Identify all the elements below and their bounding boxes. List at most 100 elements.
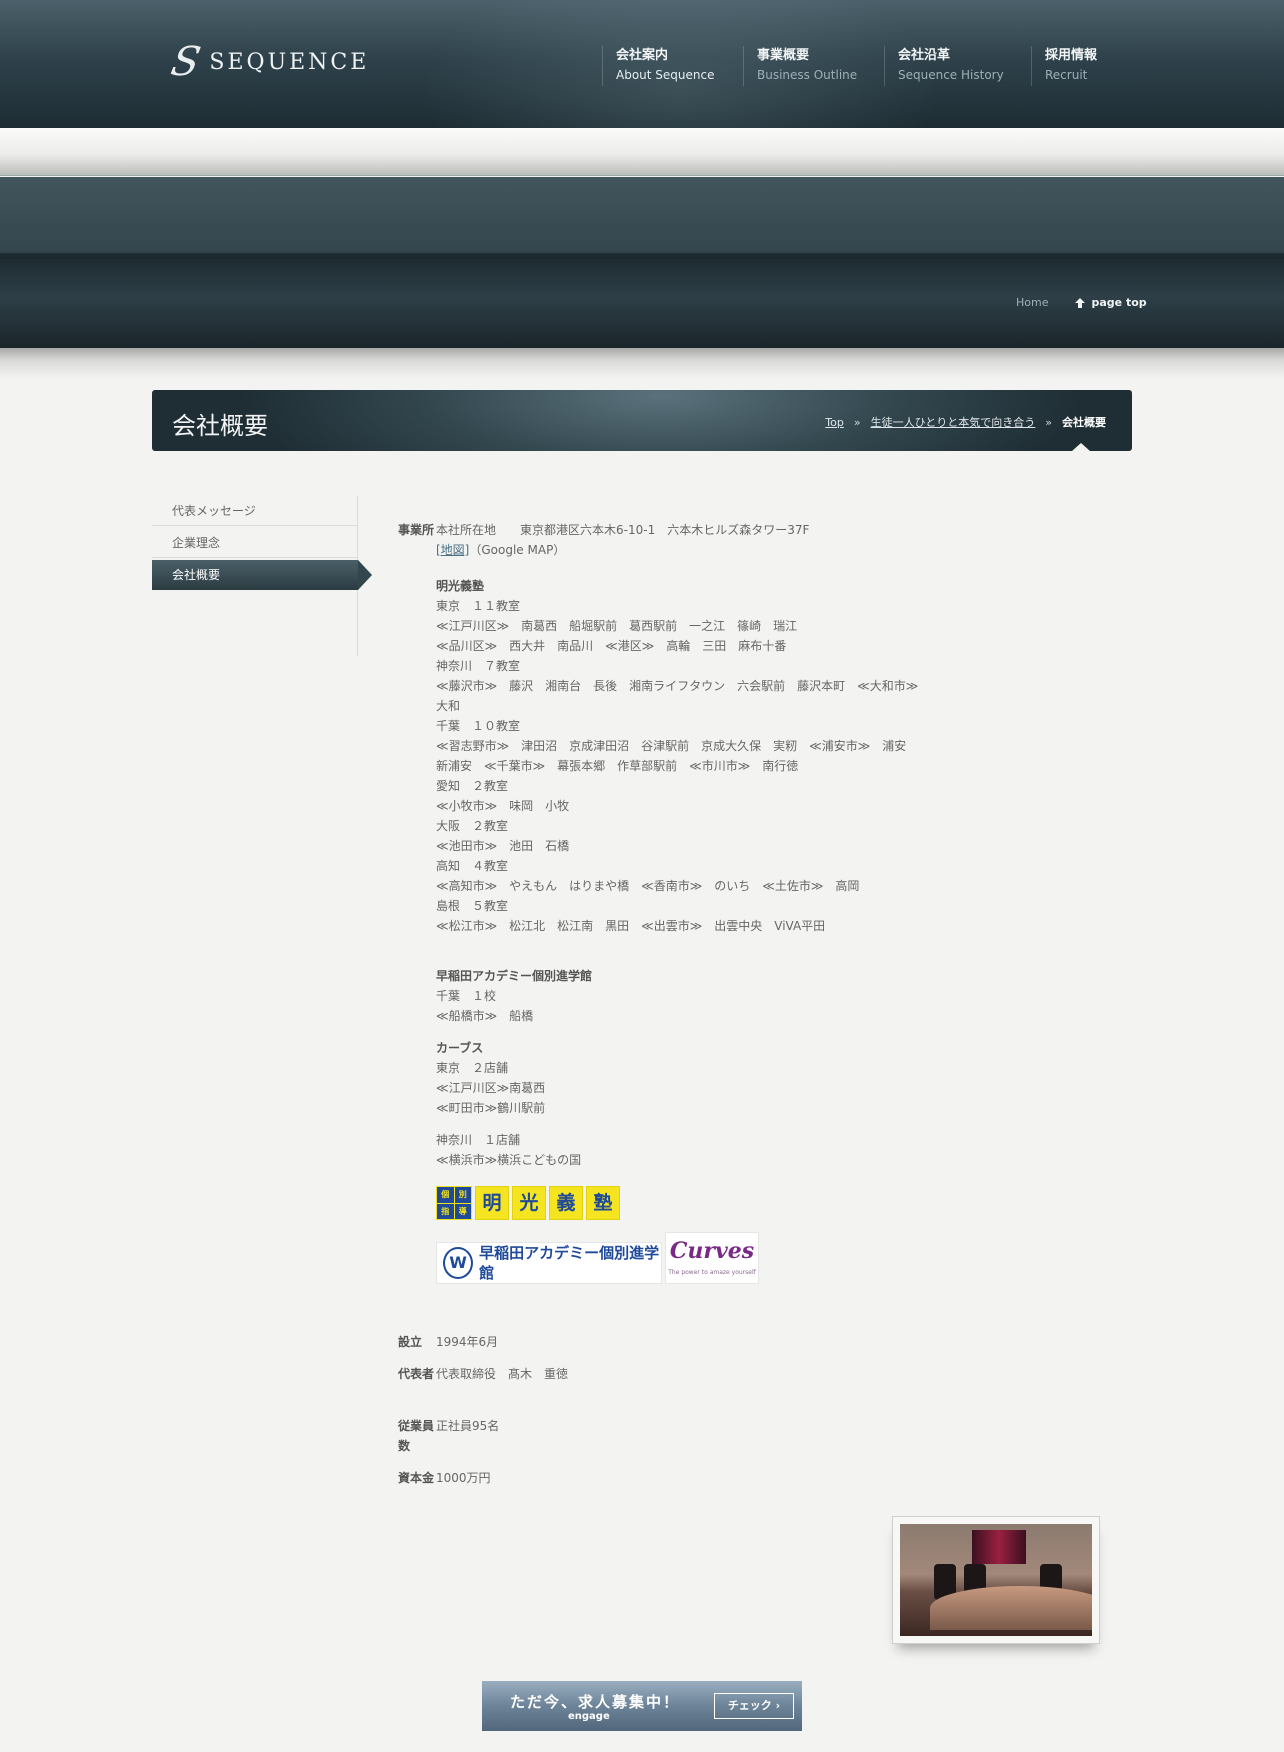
curves-tagline: The power to amaze yourself <box>668 1269 756 1276</box>
meiko-line: 大阪 ２教室 <box>436 819 509 833</box>
nav-label-jp: 会社沿革 <box>898 48 951 63</box>
nav-label-jp: 採用情報 <box>1045 48 1098 63</box>
breadcrumb-current: 会社概要 <box>1062 416 1106 429</box>
breadcrumb-top[interactable]: Top <box>825 416 844 429</box>
nav-label-en: About Sequence <box>616 68 715 82</box>
waseda-title: 早稲田アカデミー個別進学館 <box>436 969 593 983</box>
info-row-representative: 代表者 代表取締役 髙木 重徳 <box>398 1364 568 1384</box>
breadcrumb-separator: » <box>1045 415 1052 429</box>
banner-headline: ただ今、求人募集中！ <box>510 1693 681 1711</box>
logo-text: SEQUENCE <box>209 49 370 75</box>
map-suffix: （Google MAP） <box>469 543 566 557</box>
band-shadow <box>0 348 1284 378</box>
sidebar: 代表メッセージ 企業理念 会社概要 <box>152 496 372 656</box>
waseda-logo: W 早稲田アカデミー個別進学館 <box>436 1242 662 1284</box>
office-photo <box>892 1516 1100 1644</box>
curves-line: ≪江戸川区≫南葛西 <box>436 1081 546 1095</box>
meiko-line: ≪小牧市≫ 味岡 小牧 <box>436 799 570 813</box>
meiko-char: 指 <box>437 1203 454 1219</box>
page-top-link[interactable]: page top <box>1074 296 1147 309</box>
partner-logos: W 早稲田アカデミー個別進学館 Curves The power to amaz… <box>436 1232 1056 1284</box>
nav-label-en: Sequence History <box>898 68 1004 82</box>
meiko-char-big: 義 <box>549 1186 583 1220</box>
home-link[interactable]: Home <box>1016 296 1048 309</box>
page-title: 会社概要 <box>172 412 268 440</box>
map-line: [地図]（Google MAP） <box>436 540 1056 560</box>
curves-line: ≪町田市≫鶴川駅前 <box>436 1101 546 1115</box>
site-logo[interactable]: S SEQUENCE <box>167 39 370 85</box>
waseda-mark: W <box>443 1247 474 1279</box>
meiko-line: 神奈川 ７教室 <box>436 659 521 673</box>
info-row-capital: 資本金 1000万円 <box>398 1468 491 1488</box>
meiko-line: ≪池田市≫ 池田 石橋 <box>436 839 570 853</box>
utility-links: Home page top <box>1016 296 1147 309</box>
info-value-office: 本社所在地 東京都港区六本木6-10-1 六本木ヒルズ森タワー37F [地図]（… <box>436 520 1056 1284</box>
breadcrumb-parent[interactable]: 生徒一人ひとりと本気で向き合う <box>871 414 1036 430</box>
nav-item-business[interactable]: 事業概要 Business Outline <box>743 46 884 86</box>
meiko-char: 別 <box>454 1187 471 1203</box>
info-label: 設立 <box>398 1335 423 1349</box>
curves-title: カーブス <box>436 1041 484 1055</box>
info-value: 1994年6月 <box>436 1335 499 1349</box>
info-value: 1000万円 <box>436 1471 491 1485</box>
sidebar-item-philosophy[interactable]: 企業理念 <box>152 528 358 558</box>
meiko-line: 高知 ４教室 <box>436 859 509 873</box>
wall-art <box>972 1530 1026 1564</box>
info-label: 事業所 <box>398 523 435 537</box>
banner-brand: engage <box>568 1711 610 1722</box>
nav-label-jp: 事業概要 <box>757 48 810 63</box>
meiko-line: ≪高知市≫ やえもん はりまや橋 ≪香南市≫ のいち ≪土佐市≫ 高岡 <box>436 879 860 893</box>
meiko-char: 個 <box>437 1187 454 1203</box>
hq-address: 本社所在地 東京都港区六本木6-10-1 六本木ヒルズ森タワー37F <box>436 523 810 537</box>
info-row-founded: 設立 1994年6月 <box>398 1332 498 1352</box>
meiko-line: 島根 ５教室 <box>436 899 509 913</box>
sidebar-item-overview[interactable]: 会社概要 <box>152 560 372 590</box>
hero-band-light <box>0 128 1284 176</box>
meiko-line: ≪江戸川区≫ 南葛西 船堀駅前 葛西駅前 一之江 篠崎 瑞江 <box>436 619 798 633</box>
nav-item-history[interactable]: 会社沿革 Sequence History <box>884 46 1031 86</box>
breadcrumb-separator: » <box>853 415 861 429</box>
recruit-banner[interactable]: ただ今、求人募集中！ engage チェック › <box>482 1681 802 1731</box>
meiko-line: ≪品川区≫ 西大井 南品川 ≪港区≫ 高輪 三田 麻布十番 <box>436 639 787 653</box>
meiko-logo-small: 個 別 指 導 <box>436 1186 472 1220</box>
curves-logo-text: Curves <box>669 1238 755 1264</box>
site-header: S SEQUENCE 会社案内 About Sequence 事業概要 Busi… <box>0 0 1284 128</box>
info-row-office: 事業所 本社所在地 東京都港区六本木6-10-1 六本木ヒルズ森タワー37F [… <box>398 520 1056 1284</box>
info-row-employees: 従業員数 正社員95名 <box>398 1416 499 1456</box>
meiko-title: 明光義塾 <box>436 579 485 593</box>
meiko-line: 愛知 ２教室 <box>436 779 509 793</box>
nav-item-about[interactable]: 会社案内 About Sequence <box>602 46 743 86</box>
nav-item-recruit[interactable]: 採用情報 Recruit <box>1031 46 1121 86</box>
meiko-line: 新浦安 ≪千葉市≫ 幕張本郷 作草部駅前 ≪市川市≫ 南行徳 <box>436 759 799 773</box>
meiko-char-big: 塾 <box>586 1186 620 1220</box>
curves-logo: Curves The power to amaze yourself <box>665 1232 759 1284</box>
nav-label-en: Business Outline <box>757 68 858 82</box>
info-value: 代表取締役 髙木 重徳 <box>436 1367 569 1381</box>
page-title-bar: 会社概要 Top » 生徒一人ひとりと本気で向き合う » 会社概要 <box>152 390 1132 451</box>
global-nav: 会社案内 About Sequence 事業概要 Business Outlin… <box>602 46 1121 86</box>
curves-line: ≪横浜市≫横浜こどもの国 <box>436 1153 582 1167</box>
curves-line: 東京 ２店舗 <box>436 1061 509 1075</box>
hero-band-dark <box>0 177 1284 348</box>
waseda-logo-text: 早稲田アカデミー個別進学館 <box>479 1244 660 1282</box>
band-divider <box>0 257 1284 258</box>
meiko-line: ≪松江市≫ 松江北 松江南 黒田 ≪出雲市≫ 出雲中央 ViVA平田 <box>436 919 826 933</box>
map-link[interactable]: [地図] <box>436 543 469 557</box>
meiko-logo: 個 別 指 導 明 光 義 塾 <box>436 1186 1056 1220</box>
meeting-room-image <box>900 1524 1092 1636</box>
info-label: 資本金 <box>398 1471 435 1485</box>
logo-mark: S <box>167 39 205 85</box>
meiko-char-big: 明 <box>475 1186 509 1220</box>
meiko-line: 千葉 １０教室 <box>436 719 521 733</box>
waseda-line: 千葉 １校 <box>436 989 497 1003</box>
sidebar-item-message[interactable]: 代表メッセージ <box>152 496 358 526</box>
info-label: 代表者 <box>398 1367 435 1381</box>
arrow-up-icon <box>1075 297 1086 308</box>
meiko-line: ≪藤沢市≫ 藤沢 湘南台 長後 湘南ライフタウン 六会駅前 藤沢本町 ≪大和市≫ <box>436 679 919 693</box>
curves-line: 神奈川 １店舗 <box>436 1133 521 1147</box>
info-value: 正社員95名 <box>436 1419 500 1433</box>
banner-check-button[interactable]: チェック › <box>714 1693 794 1719</box>
nav-label-en: Recruit <box>1045 68 1088 82</box>
meiko-line: ≪習志野市≫ 津田沼 京成津田沼 谷津駅前 京成大久保 実籾 ≪浦安市≫ 浦安 <box>436 739 907 753</box>
nav-label-jp: 会社案内 <box>616 48 669 63</box>
